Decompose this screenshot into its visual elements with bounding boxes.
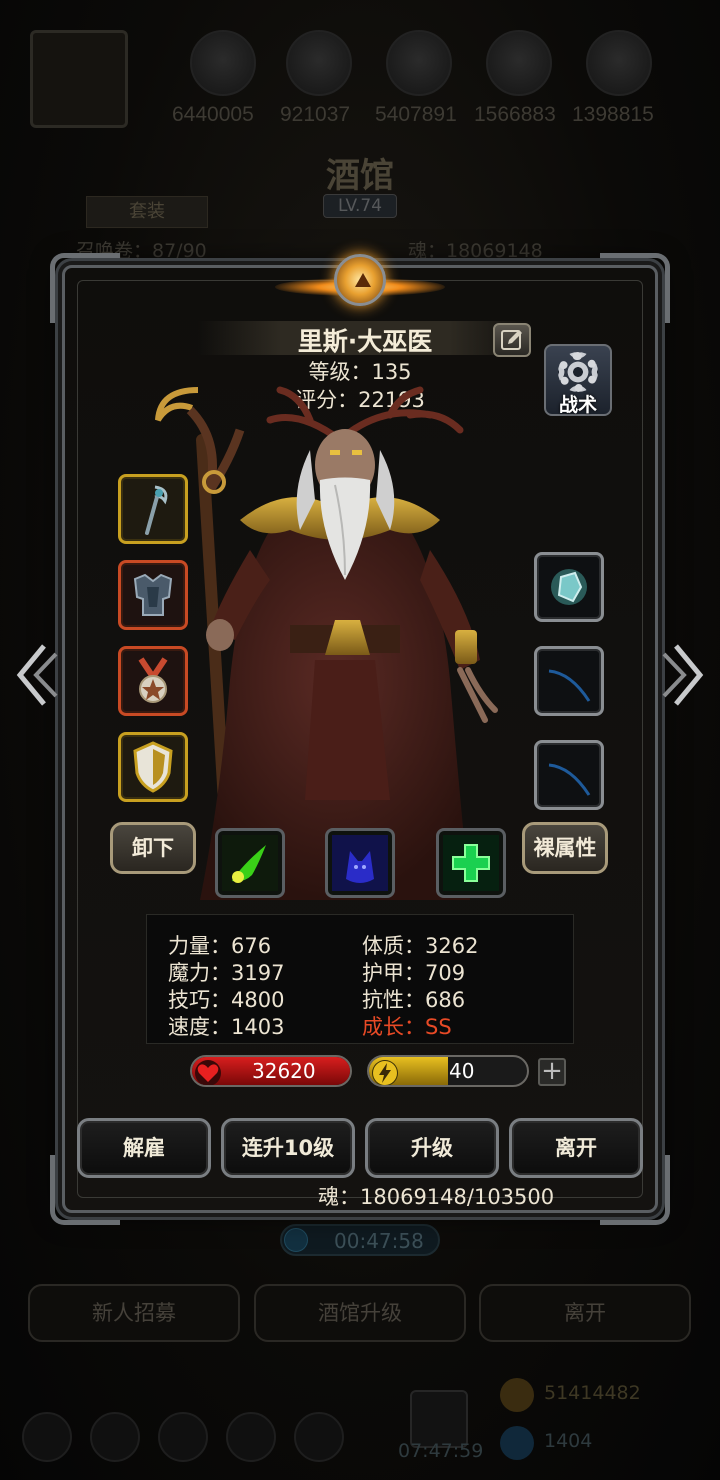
leave-button[interactable]: 离开 [509,1118,643,1178]
tavern-level-badge: LV.74 [323,194,397,218]
skill-slot-3[interactable] [436,828,506,898]
level-up-button[interactable]: 升级 [365,1118,499,1178]
equip-slot-orb[interactable] [534,552,604,622]
stat-constitution: 体质：3262 [362,934,479,958]
hero-name: 里斯·大巫医 [297,327,433,356]
rename-button[interactable] [493,323,531,357]
hp-bar: 32620 [190,1055,352,1087]
sun-emblem-icon [334,254,386,306]
stat-growth: 成长：SS [362,1015,452,1039]
gem-icon [500,1426,534,1460]
skill-slot-2[interactable] [325,828,395,898]
green-blast-skill-icon [222,835,278,891]
dismiss-button[interactable]: 解雇 [77,1118,211,1178]
bow-icon [548,763,591,796]
unequip-button[interactable]: 卸下 [110,822,196,874]
resource-amount: 5407891 [375,103,457,126]
stat-magic: 魔力：3197 [168,961,285,985]
player-portrait [30,30,128,128]
stat-skill: 技巧：4800 [168,988,285,1012]
frame-ornament [50,253,120,323]
level-up-10-button[interactable]: 连升10级 [221,1118,355,1178]
resource-icon-4 [486,30,552,96]
bottom-nav-icon [226,1412,276,1462]
heart-icon [195,1060,221,1085]
dialog-emblem [270,248,450,328]
resource-icon-3 [386,30,452,96]
equip-slot-bow-1[interactable] [534,646,604,716]
resource-amount: 1566883 [474,103,556,126]
gold-amount: 51414482 [544,1382,641,1404]
pencil-icon [501,330,522,350]
energy-value: 40 [449,1059,475,1083]
stat-resistance: 抗性：686 [362,988,466,1012]
tactics-button[interactable]: 战术 [544,344,612,416]
skill-slot-1[interactable] [215,828,285,898]
staff-icon [145,485,168,535]
bottom-timer: 07:47:59 [398,1440,484,1462]
stat-strength: 力量：676 [168,934,272,958]
armor-icon [133,573,173,616]
next-hero-arrow[interactable] [658,640,710,710]
bottom-nav-icon [90,1412,140,1462]
previous-hero-arrow[interactable] [10,640,62,710]
medal-icon [138,657,168,703]
tavern-upgrade-button: 酒馆升级 [254,1284,466,1342]
resource-icon-1 [190,30,256,96]
hero-portrait [155,386,498,900]
stat-armor: 护甲：709 [362,961,466,985]
bottom-nav-icon [294,1412,344,1462]
bow-icon [548,669,591,702]
heal-cross-skill-icon [443,835,499,891]
energy-bar: 40 [367,1055,529,1087]
frame-ornament [600,253,670,323]
bottom-nav-icon [22,1412,72,1462]
gem-amount: 1404 [544,1430,593,1452]
equip-slot-bow-2[interactable] [534,740,604,810]
clock-icon [284,1228,308,1252]
tavern-timer: 00:47:58 [280,1224,440,1256]
tavern-leave-button: 离开 [479,1284,691,1342]
equip-slot-shield[interactable] [118,732,188,802]
gold-coin-icon [500,1378,534,1412]
equip-slot-medal[interactable] [118,646,188,716]
tavern-title: 酒馆 [326,158,394,195]
gear-icon [558,352,598,392]
stat-speed: 速度：1403 [168,1015,285,1039]
resource-icon-5 [586,30,652,96]
crystal-orb-icon [551,569,587,605]
shadow-wolf-skill-icon [332,835,388,891]
shield-icon [133,741,173,793]
resource-amount: 6440005 [172,103,254,126]
bottom-nav-icon [158,1412,208,1462]
add-energy-button[interactable]: + [538,1058,566,1086]
resource-amount: 921037 [280,103,351,126]
tab-set: 套装 [86,196,208,228]
recruit-button: 新人招募 [28,1284,240,1342]
hp-value: 32620 [252,1059,316,1083]
resource-icon-2 [286,30,352,96]
equip-slot-armor[interactable] [118,560,188,630]
tactics-label: 战术 [558,394,597,416]
equip-slot-staff[interactable] [118,474,188,544]
naked-attributes-button[interactable]: 裸属性 [522,822,608,874]
resource-amount: 1398815 [572,103,654,126]
timer-text: 00:47:58 [334,1229,424,1253]
lightning-icon [372,1060,398,1085]
soul-requirement: 魂：18069148/103500 [318,1185,555,1209]
